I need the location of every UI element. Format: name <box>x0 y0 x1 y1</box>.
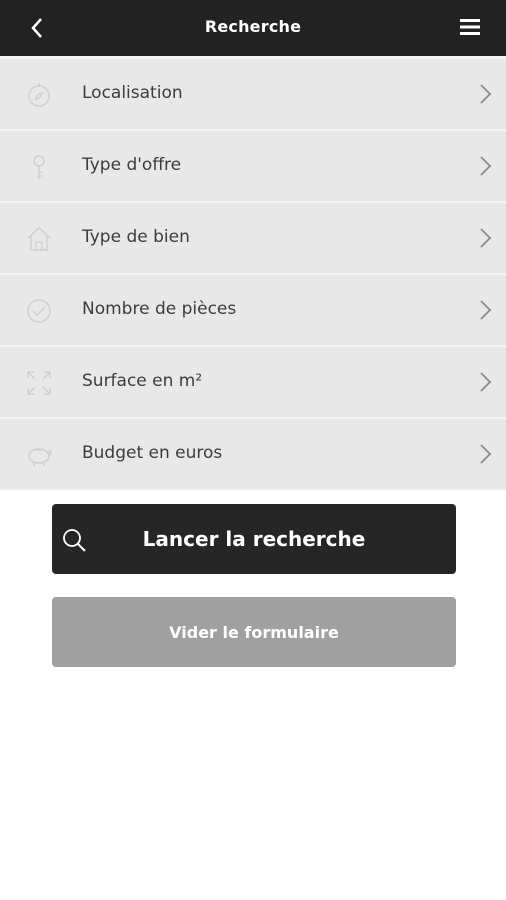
hamburger-menu-icon[interactable] <box>458 17 482 37</box>
criteria-item-localisation[interactable]: Localisation <box>0 59 506 131</box>
criteria-label: Localisation <box>82 83 183 103</box>
chevron-right-icon <box>480 300 492 320</box>
house-icon <box>27 226 51 251</box>
chevron-right-icon <box>480 372 492 392</box>
piggy-bank-icon <box>28 448 52 466</box>
expand-arrows-icon <box>27 371 51 395</box>
criteria-label: Budget en euros <box>82 443 223 463</box>
criteria-item-surface[interactable]: Surface en m² <box>0 347 506 419</box>
search-button-label: Lancer la recherche <box>142 527 366 551</box>
page-title: Recherche <box>204 17 302 36</box>
chevron-right-icon <box>480 444 492 464</box>
compass-icon <box>28 83 50 107</box>
chevron-right-icon <box>480 156 492 176</box>
criteria-label: Nombre de pièces <box>82 299 237 319</box>
clear-form-button-label: Vider le formulaire <box>169 622 339 642</box>
check-circle-icon <box>27 299 51 323</box>
criteria-label: Type de bien <box>82 227 190 247</box>
criteria-item-nombre-pieces[interactable]: Nombre de pièces <box>0 275 506 347</box>
search-button[interactable]: Lancer la recherche <box>52 504 456 574</box>
key-icon <box>33 155 45 179</box>
criteria-item-budget[interactable]: Budget en euros <box>0 419 506 491</box>
top-app-bar: Recherche <box>0 0 506 56</box>
criteria-label: Surface en m² <box>82 371 203 391</box>
criteria-item-type-offre[interactable]: Type d'offre <box>0 131 506 203</box>
chevron-right-icon <box>480 84 492 104</box>
clear-form-button[interactable]: Vider le formulaire <box>52 597 456 667</box>
search-icon <box>63 529 86 552</box>
chevron-right-icon <box>480 228 492 248</box>
search-criteria-list: Localisation Type d'offre Type de bien N… <box>0 59 506 491</box>
criteria-label: Type d'offre <box>82 155 182 175</box>
criteria-item-type-bien[interactable]: Type de bien <box>0 203 506 275</box>
